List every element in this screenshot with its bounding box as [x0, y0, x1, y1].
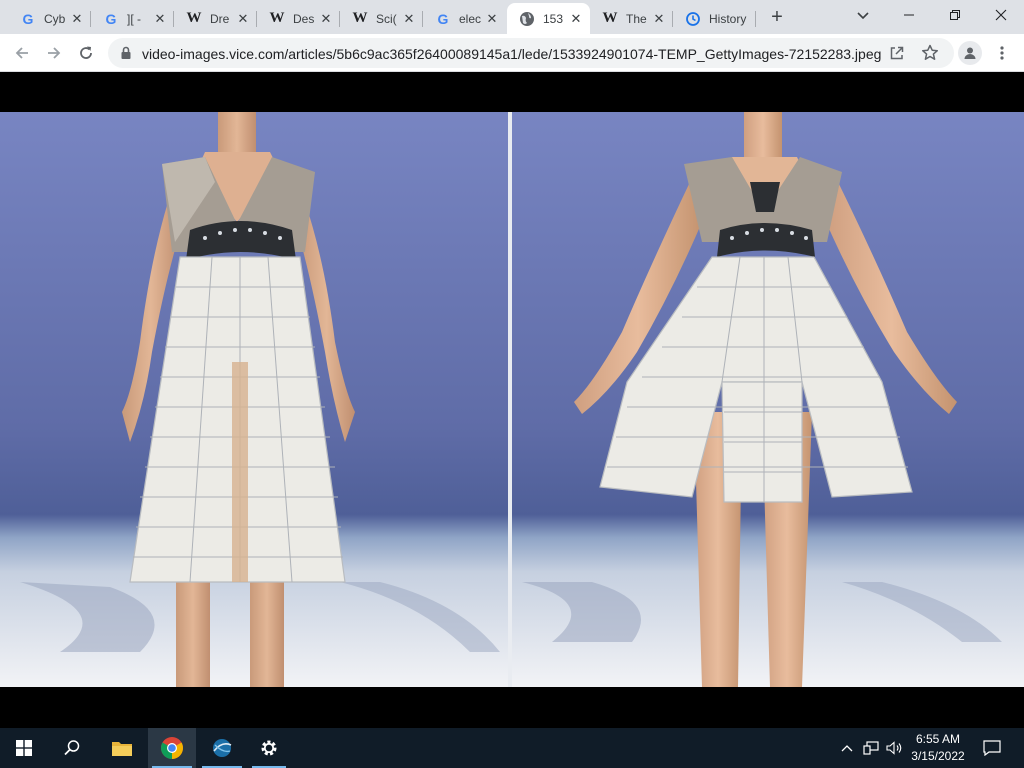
chrome-icon[interactable] [148, 728, 196, 768]
network-app-icon[interactable] [198, 728, 246, 768]
wikipedia-icon: W [269, 10, 285, 26]
wikipedia-icon: W [352, 10, 368, 26]
windows-start-icon[interactable] [0, 728, 48, 768]
close-icon[interactable]: ✕ [235, 11, 251, 27]
tab-1[interactable]: G Cyb ✕ [8, 3, 91, 34]
tab-title: Des [293, 11, 315, 26]
close-icon[interactable]: ✕ [401, 11, 417, 27]
close-icon[interactable]: ✕ [69, 11, 85, 27]
wikipedia-icon: W [186, 10, 202, 26]
tab-title: ][ - [127, 11, 141, 26]
tab-title: Sci( [376, 11, 397, 26]
google-icon: G [105, 10, 117, 27]
windows-taskbar: 6:55 AM 3/15/2022 [0, 728, 1024, 768]
tab-strip: G Cyb ✕ G ][ - ✕ W Dre ✕ W Des ✕ W Sci( … [0, 0, 1024, 34]
tab-title: Cyb [44, 11, 66, 26]
url-text[interactable]: video-images.vice.com/articles/5b6c9ac36… [142, 46, 882, 62]
reload-button[interactable] [72, 39, 100, 67]
close-icon[interactable]: ✕ [318, 11, 334, 27]
tab-8[interactable]: W The ✕ [590, 3, 673, 34]
back-button[interactable] [8, 39, 36, 67]
tab-6[interactable]: G elec ✕ [423, 3, 506, 34]
network-icon[interactable] [860, 728, 882, 768]
tab-title: The [626, 11, 647, 26]
tab-title: 153 [543, 11, 564, 26]
close-icon[interactable]: ✕ [651, 11, 667, 27]
browser-toolbar: video-images.vice.com/articles/5b6c9ac36… [0, 34, 1024, 72]
tab-title: History [709, 11, 747, 26]
notification-icon[interactable] [978, 728, 1006, 768]
tab-4[interactable]: W Des ✕ [257, 3, 340, 34]
share-icon[interactable] [888, 44, 906, 62]
address-bar[interactable]: video-images.vice.com/articles/5b6c9ac36… [108, 38, 954, 68]
lock-icon[interactable] [118, 45, 134, 61]
runway-photo-left [0, 112, 508, 687]
globe-icon [519, 11, 535, 27]
tab-5[interactable]: W Sci( ✕ [340, 3, 423, 34]
new-tab-button[interactable]: + [764, 4, 790, 30]
search-icon[interactable] [48, 728, 96, 768]
volume-icon[interactable] [884, 728, 906, 768]
history-icon [685, 11, 701, 27]
runway-photo-right [512, 112, 1024, 687]
bookmark-star-icon[interactable] [920, 43, 940, 63]
profile-avatar-icon[interactable] [958, 41, 982, 65]
minimize-button[interactable] [886, 0, 932, 30]
close-icon[interactable]: ✕ [568, 11, 584, 27]
menu-kebab-icon[interactable] [992, 41, 1012, 65]
forward-button[interactable] [40, 39, 68, 67]
image-viewport [0, 72, 1024, 728]
tab-title: elec [459, 11, 482, 26]
tab-title: Dre [210, 11, 230, 26]
clock-date: 3/15/2022 [911, 749, 965, 763]
close-icon[interactable]: ✕ [152, 11, 168, 27]
restore-button[interactable] [932, 0, 978, 30]
tab-2[interactable]: G ][ - ✕ [91, 3, 174, 34]
close-icon[interactable]: ✕ [484, 11, 500, 27]
tab-7-active[interactable]: 153 ✕ [507, 3, 590, 34]
tab-search-icon[interactable] [850, 4, 876, 28]
close-window-button[interactable] [978, 0, 1024, 30]
wikipedia-icon: W [602, 10, 618, 26]
system-clock[interactable]: 6:55 AM 3/15/2022 [908, 731, 968, 765]
clock-time: 6:55 AM [915, 732, 961, 746]
chevron-up-icon[interactable] [838, 728, 856, 768]
tab-3[interactable]: W Dre ✕ [174, 3, 257, 34]
google-icon: G [22, 10, 34, 27]
google-icon: G [437, 10, 449, 27]
file-explorer-icon[interactable] [98, 728, 146, 768]
tab-9[interactable]: History [673, 3, 756, 34]
settings-icon[interactable] [248, 728, 290, 768]
